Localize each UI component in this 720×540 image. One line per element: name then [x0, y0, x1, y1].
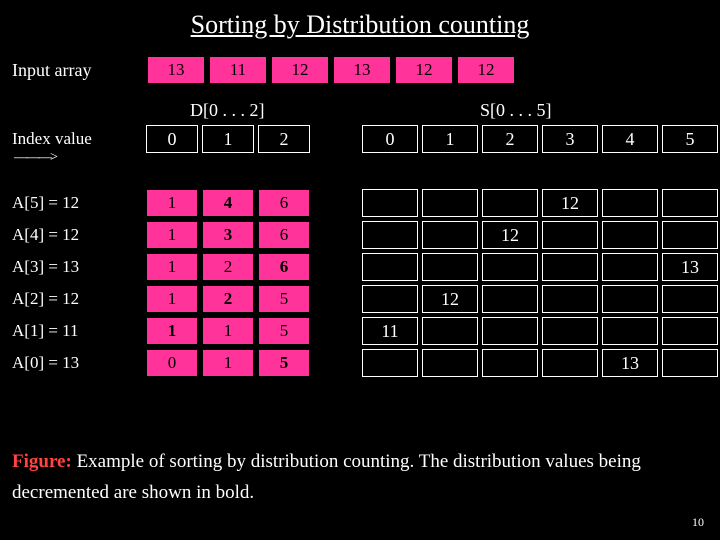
- d-cell: 1: [146, 253, 198, 281]
- input-cell: 12: [395, 56, 453, 84]
- d-cell: 2: [202, 285, 254, 313]
- s-header: 2: [482, 125, 538, 153]
- d-cell: 5: [258, 317, 310, 345]
- s-cell: [602, 253, 658, 281]
- s-cell: 11: [362, 317, 418, 345]
- s-cell: [482, 349, 538, 377]
- s-header: 3: [542, 125, 598, 153]
- s-header: 4: [602, 125, 658, 153]
- step-label: A[4] = 12: [12, 225, 142, 245]
- d-cell: 1: [202, 317, 254, 345]
- s-cell: [422, 189, 478, 217]
- s-cell: [602, 317, 658, 345]
- d-cell: 5: [258, 349, 310, 377]
- s-cell: [362, 189, 418, 217]
- slide-title: Sorting by Distribution counting: [12, 10, 708, 40]
- d-array-label: D[0 . . . 2]: [190, 100, 265, 121]
- d-cell: 3: [202, 221, 254, 249]
- s-cell: [602, 221, 658, 249]
- d-cell: 5: [258, 285, 310, 313]
- d-header: 2: [258, 125, 310, 153]
- d-cell: 1: [146, 285, 198, 313]
- s-cell: 12: [422, 285, 478, 313]
- figure-caption: Figure: Example of sorting by distributi…: [12, 447, 702, 508]
- step-label: A[1] = 11: [12, 321, 142, 341]
- s-cell: 12: [482, 221, 538, 249]
- input-cell: 12: [271, 56, 329, 84]
- s-cell: [422, 253, 478, 281]
- d-cell: 1: [146, 221, 198, 249]
- step-label: A[2] = 12: [12, 289, 142, 309]
- s-header: 5: [662, 125, 718, 153]
- s-cell: [482, 189, 538, 217]
- s-cell: [662, 317, 718, 345]
- s-cell: [362, 349, 418, 377]
- d-cell: 1: [146, 189, 198, 217]
- s-cell: [422, 221, 478, 249]
- d-header: 0: [146, 125, 198, 153]
- s-cell: [482, 285, 538, 313]
- s-cell: [542, 349, 598, 377]
- s-cell: 13: [662, 253, 718, 281]
- d-cell: 6: [258, 189, 310, 217]
- input-cell: 12: [457, 56, 515, 84]
- input-array-section: Input array 131112131212: [12, 56, 708, 84]
- input-cell: 13: [333, 56, 391, 84]
- s-cell: [662, 221, 718, 249]
- s-cell: [542, 221, 598, 249]
- input-array-label: Input array: [12, 60, 147, 81]
- s-cell: [542, 285, 598, 313]
- input-array-cells: 131112131212: [147, 56, 519, 84]
- s-cell: [662, 349, 718, 377]
- s-header: 1: [422, 125, 478, 153]
- step-label: A[3] = 13: [12, 257, 142, 277]
- s-header: 0: [362, 125, 418, 153]
- d-cell: 2: [202, 253, 254, 281]
- arrow-icon: ———>: [14, 150, 56, 166]
- s-cell: [362, 285, 418, 313]
- caption-text: Example of sorting by distribution count…: [12, 451, 641, 502]
- d-cell: 6: [258, 253, 310, 281]
- s-cell: [602, 285, 658, 313]
- page-number: 10: [692, 515, 704, 530]
- s-cell: [482, 317, 538, 345]
- d-cell: 6: [258, 221, 310, 249]
- figure-label: Figure:: [12, 451, 72, 472]
- s-cell: [602, 189, 658, 217]
- s-cell: [542, 317, 598, 345]
- step-label: A[0] = 13: [12, 353, 142, 373]
- d-header: 1: [202, 125, 254, 153]
- s-cell: [422, 317, 478, 345]
- s-array-label: S[0 . . . 5]: [480, 100, 552, 121]
- s-cell: [422, 349, 478, 377]
- s-cell: [362, 221, 418, 249]
- index-value-label: Index value: [12, 129, 142, 149]
- s-cell: [542, 253, 598, 281]
- d-cell: 0: [146, 349, 198, 377]
- distribution-grid: Index value012012345A[5] = 1214612A[4] =…: [12, 124, 718, 378]
- s-cell: [482, 253, 538, 281]
- input-cell: 11: [209, 56, 267, 84]
- s-cell: 12: [542, 189, 598, 217]
- s-cell: [362, 253, 418, 281]
- d-cell: 1: [146, 317, 198, 345]
- d-cell: 1: [202, 349, 254, 377]
- input-cell: 13: [147, 56, 205, 84]
- s-cell: [662, 285, 718, 313]
- s-cell: [662, 189, 718, 217]
- step-label: A[5] = 12: [12, 193, 142, 213]
- s-cell: 13: [602, 349, 658, 377]
- d-cell: 4: [202, 189, 254, 217]
